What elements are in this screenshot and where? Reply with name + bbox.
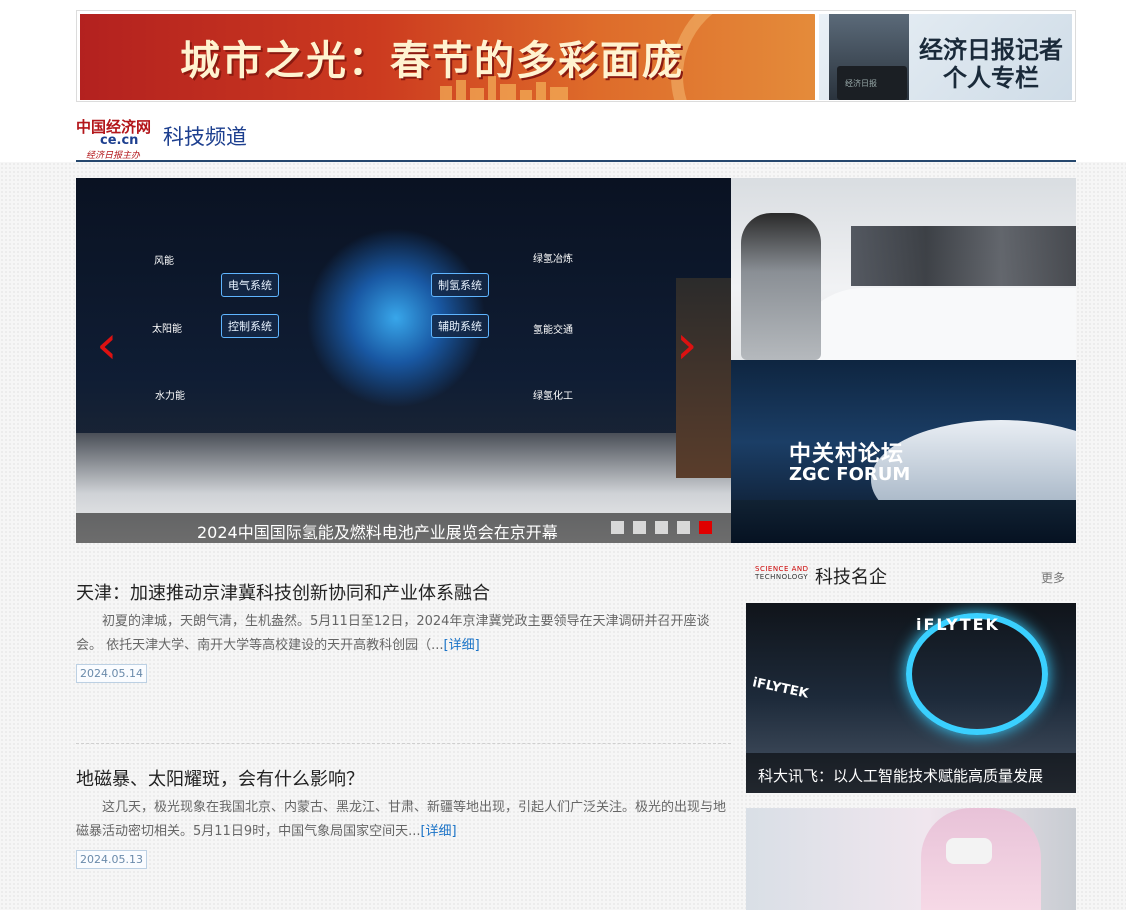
article-summary-text: 这几天，极光现象在我国北京、内蒙古、黑龙江、甘肃、新疆等地出现，引起人们广泛关注… (76, 800, 727, 839)
article-divider (76, 743, 731, 744)
desk-graphic (791, 288, 1076, 360)
diagram-node: 电气系统 (221, 273, 279, 297)
diagram-side-label: 氢能交通 (533, 325, 573, 336)
slider-dot[interactable] (655, 521, 668, 534)
diagram-side-label: 太阳能 (152, 324, 182, 335)
slider-caption[interactable]: 2024中国国际氢能及燃料电池产业展览会在京开幕 (197, 519, 558, 543)
humanoid-robot-graphic (741, 213, 821, 360)
diagram-node: 辅助系统 (431, 314, 489, 338)
science-technology-logo: SCIENCE AND TECHNOLOGY (755, 565, 813, 583)
diagram-side-label: 绿氢化工 (533, 391, 573, 402)
banner-journalist-column[interactable]: 经济日报 经济日报记者 个人专栏 (819, 14, 1072, 100)
brand-sign-side: iFLYTEK (751, 675, 810, 702)
banner-decoration (671, 14, 815, 100)
banner-column-line2: 个人专栏 (943, 63, 1039, 92)
diagram-side-label: 绿氢冶炼 (533, 254, 573, 265)
zgc-forum-en-text: ZGC FORUM (789, 464, 911, 485)
site-logo[interactable]: 中国经济网 ce.cn 经济日报主办 (76, 116, 160, 161)
laptop-label: 经济日报 (845, 79, 877, 88)
article-title[interactable]: 地磁暴、太阳耀斑，会有什么影响？ (76, 765, 364, 791)
more-link[interactable]: 更多 (1041, 569, 1065, 586)
article-title[interactable]: 天津：加速推动京津冀科技创新协同和产业体系融合 (76, 579, 490, 605)
crowd-graphic (851, 226, 1076, 286)
banner-city-light[interactable]: 城市之光：春节的多彩面庞 (80, 14, 815, 100)
slider-pagination (611, 521, 721, 535)
banner-title: 城市之光：春节的多彩面庞 (180, 37, 684, 84)
chevron-right-icon[interactable]: › (676, 315, 716, 375)
article-summary-text: 初夏的津城，天朗气清，生机盎然。5月11日至12日，2024年京津冀党政主要领导… (76, 614, 710, 653)
laptop-graphic: 经济日报 (837, 66, 907, 100)
banner-column-text: 经济日报记者 个人专栏 (911, 36, 1071, 92)
slider-dot[interactable] (611, 521, 624, 534)
article-more-link[interactable]: [详细] (420, 824, 456, 839)
visitors-graphic (676, 278, 731, 478)
company-card-iflytek[interactable]: iFLYTEK iFLYTEK 科大讯飞：以人工智能技术赋能高质量发展 (746, 603, 1076, 793)
side-image-zgc-forum[interactable]: 中关村论坛 ZGC FORUM (731, 360, 1076, 543)
article-date: 2024.05.14 (76, 664, 147, 683)
sat-logo-line1: SCIENCE AND (755, 565, 809, 573)
article-summary: 这几天，极光现象在我国北京、内蒙古、黑龙江、甘肃、新疆等地出现，引起人们广泛关注… (76, 796, 726, 844)
banner-column-line1: 经济日报记者 (919, 35, 1063, 64)
side-image-robot-expo[interactable] (731, 178, 1076, 360)
diagram-side-label: 水力能 (155, 391, 185, 402)
slider-dot[interactable] (633, 521, 646, 534)
face-mask-graphic (946, 838, 992, 864)
channel-title[interactable]: 科技频道 (163, 121, 247, 151)
diagram-side-label: 风能 (154, 256, 174, 267)
slider-dot[interactable] (677, 521, 690, 534)
section-title: 科技名企 (815, 567, 887, 588)
water-reflection-graphic (731, 500, 1076, 543)
diagram-node: 制氢系统 (431, 273, 489, 297)
article-date: 2024.05.13 (76, 850, 147, 869)
company-card-lab[interactable] (746, 808, 1076, 910)
card-caption[interactable]: 科大讯飞：以人工智能技术赋能高质量发展 (758, 765, 1043, 786)
header-divider (76, 160, 1076, 162)
sat-logo-line2: TECHNOLOGY (755, 573, 809, 581)
chevron-left-icon[interactable]: ‹ (96, 315, 136, 375)
brand-sign: iFLYTEK (916, 615, 1000, 634)
featured-slider[interactable]: 电气系统 制氢系统 控制系统 辅助系统 风能 太阳能 水力能 绿氢冶炼 氢能交通… (76, 178, 731, 543)
article-summary: 初夏的津城，天朗气清，生机盎然。5月11日至12日，2024年京津冀党政主要领导… (76, 610, 726, 658)
slider-dot-active[interactable] (699, 521, 712, 534)
diagram-node: 控制系统 (221, 314, 279, 338)
logo-domain: ce.cn (100, 133, 139, 148)
article-more-link[interactable]: [详细] (444, 638, 480, 653)
